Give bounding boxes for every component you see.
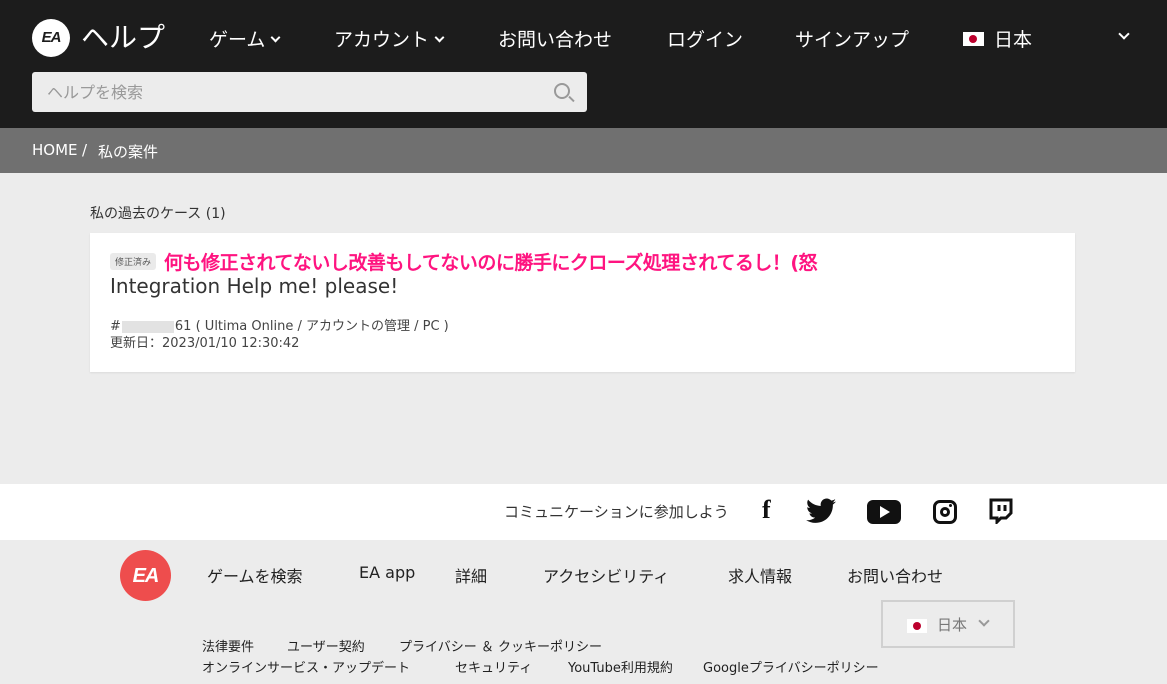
language-select[interactable]: 日本: [881, 600, 1015, 648]
breadcrumb: HOME / 私の案件: [0, 128, 1167, 173]
footer-link-details[interactable]: 詳細: [455, 563, 487, 587]
legal-link-youtube-terms[interactable]: YouTube利用規約: [568, 657, 673, 676]
footer-link-search-games[interactable]: ゲームを検索: [207, 563, 303, 587]
site-header: EA ヘルプ ゲーム アカウント お問い合わせ ログイン サインアップ 日本: [0, 0, 1167, 128]
instagram-icon[interactable]: [933, 500, 957, 524]
overlay-comment: 何も修正されてないし改善もしてないのに勝手にクローズ処理されてるし！(怒: [164, 252, 818, 274]
nav-account[interactable]: アカウント: [334, 25, 445, 52]
nav-signup[interactable]: サインアップ: [795, 25, 909, 52]
ea-footer-logo-text: EA: [132, 565, 160, 587]
nav-login[interactable]: ログイン: [667, 25, 743, 52]
japan-flag-icon: [963, 31, 984, 46]
help-title[interactable]: ヘルプ: [81, 16, 165, 56]
nav-language-label: 日本: [994, 29, 1033, 51]
legal-link-requirements[interactable]: 法律要件: [202, 636, 254, 655]
chevron-down-icon[interactable]: [1118, 28, 1130, 40]
legal-link-privacy-cookie[interactable]: プライバシー ＆ クッキーポリシー: [399, 636, 602, 655]
footer-link-ea-app[interactable]: EA app: [359, 563, 415, 582]
ea-logo-text: EA: [41, 29, 62, 46]
japan-flag-icon: [907, 619, 927, 633]
search-icon[interactable]: [554, 83, 570, 99]
case-title[interactable]: Integration Help me! please!: [110, 274, 398, 298]
breadcrumb-current: 私の案件: [98, 143, 159, 161]
legal-link-google-privacy[interactable]: Googleプライバシーポリシー: [703, 657, 879, 676]
ea-footer-logo-icon[interactable]: EA: [120, 550, 171, 601]
twitch-icon[interactable]: [989, 498, 1013, 526]
nav-account-label: アカウント: [334, 29, 430, 51]
social-label: コミュニケーションに参加しよう: [504, 503, 729, 521]
search-input[interactable]: [32, 72, 587, 112]
chevron-down-icon: [434, 32, 445, 43]
chevron-down-icon: [270, 32, 281, 43]
ea-logo-icon[interactable]: EA: [32, 19, 70, 57]
case-card[interactable]: 修正済み 何も修正されてないし改善もしてないのに勝手にクローズ処理されてるし！(…: [90, 233, 1075, 372]
twitter-icon[interactable]: [806, 498, 836, 526]
youtube-icon[interactable]: [867, 500, 901, 524]
legal-link-online-service-updates[interactable]: オンラインサービス・アップデート: [202, 657, 410, 676]
redacted-case-number: [121, 320, 174, 333]
nav-games[interactable]: ゲーム: [209, 25, 281, 52]
legal-link-user-agreement[interactable]: ユーザー契約: [287, 636, 365, 655]
nav-games-label: ゲーム: [209, 29, 266, 51]
legal-link-security[interactable]: セキュリティ: [455, 657, 532, 676]
breadcrumb-separator: /: [82, 141, 88, 159]
footer-link-contact[interactable]: お問い合わせ: [847, 563, 943, 587]
section-title: 私の過去のケース (1): [90, 206, 226, 222]
footer-link-jobs[interactable]: 求人情報: [728, 563, 792, 587]
social-strip: コミュニケーションに参加しよう f: [0, 484, 1167, 540]
site-footer: EA ゲームを検索 EA app 詳細 アクセシビリティ 求人情報 お問い合わせ…: [0, 540, 1167, 684]
nav-language[interactable]: 日本: [963, 25, 1032, 52]
case-updated: 更新日：2023/01/10 12:30:42: [110, 336, 300, 351]
facebook-icon[interactable]: f: [762, 496, 776, 524]
status-badge: 修正済み: [110, 253, 157, 270]
nav-contact[interactable]: お問い合わせ: [498, 25, 612, 52]
footer-link-accessibility[interactable]: アクセシビリティ: [543, 563, 669, 587]
language-select-label: 日本: [937, 616, 968, 634]
breadcrumb-home[interactable]: HOME: [32, 141, 78, 159]
chevron-down-icon: [978, 615, 990, 627]
